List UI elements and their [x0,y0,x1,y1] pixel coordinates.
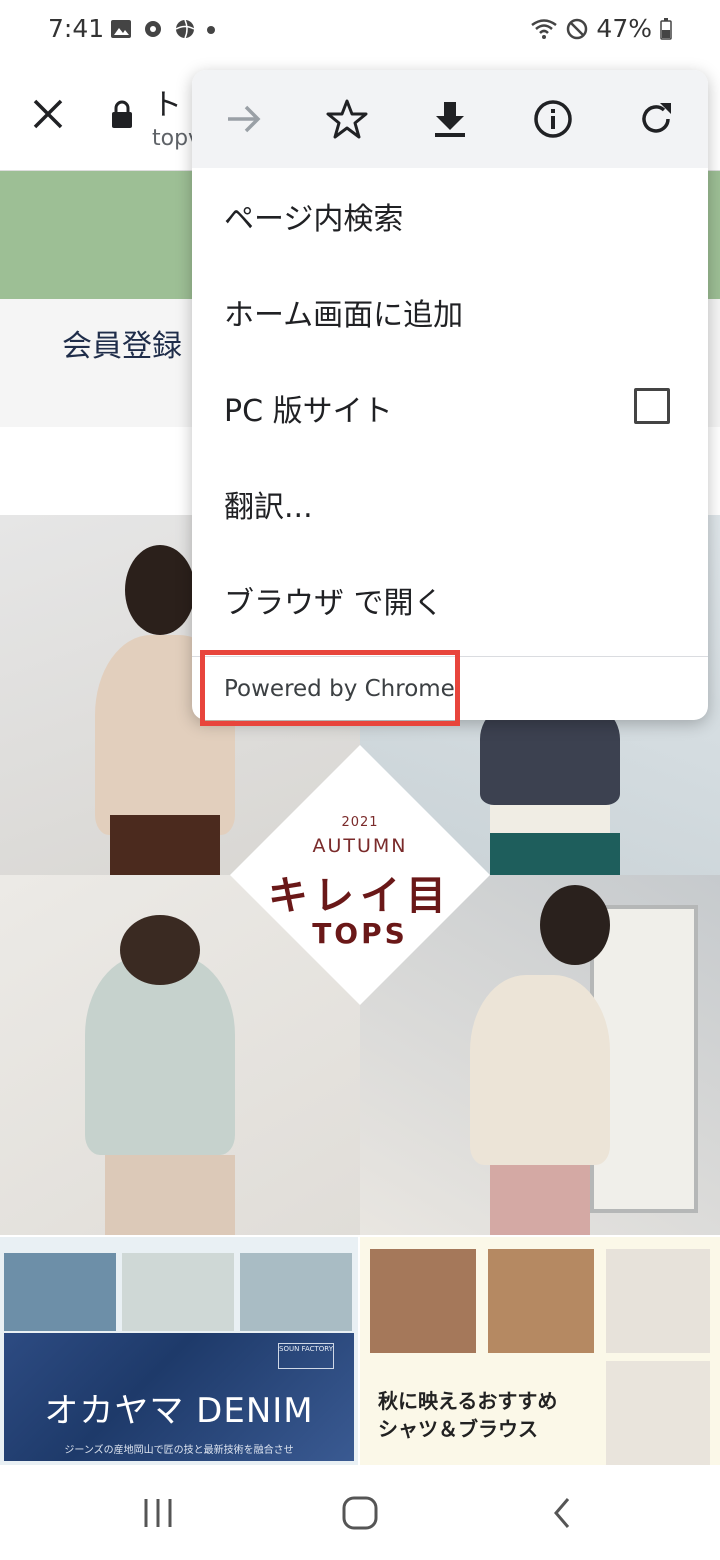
browser-overflow-menu: ページ内検索 ホーム画面に追加 PC 版サイト 翻訳... ブラウザ で開く P… [192,70,708,720]
image-icon [111,20,131,38]
forward-icon [228,105,261,133]
status-notification-icons [110,18,216,40]
menu-item-label: ページ内検索 [224,202,404,237]
member-register-link[interactable]: 会員登録 [62,321,182,365]
status-time: 7:41 [48,14,105,43]
download-button[interactable] [426,95,474,143]
bookmark-button[interactable] [323,95,371,143]
factory-badge: SOUN FACTORY [278,1343,334,1369]
dot-icon [207,26,215,34]
reload-button[interactable] [632,95,680,143]
close-icon[interactable] [30,96,66,132]
shirts-blouse-banner[interactable]: 秋に映えるおすすめ シャツ＆ブラウス [360,1237,720,1465]
menu-item-find-in-page[interactable]: ページ内検索 [192,168,708,262]
reload-icon [642,103,671,133]
home-icon[interactable] [340,1494,380,1532]
okayama-denim-banner[interactable]: SOUN FACTORY オカヤマ DENIM ジーンズの産地岡山で匠の技と最新… [0,1237,358,1465]
denim-banner-image: SOUN FACTORY オカヤマ DENIM ジーンズの産地岡山で匠の技と最新… [4,1333,354,1461]
wifi-icon [531,18,558,39]
menu-item-label: ブラウザ で開く [224,586,444,621]
do-not-disturb-icon [567,18,588,39]
hero-year: 2021 [341,815,379,830]
highlight-box [200,650,460,726]
back-icon[interactable] [548,1496,578,1530]
system-navigation-bar [0,1466,720,1560]
download-icon [435,102,465,137]
shirts-blouse-line-2: シャツ＆ブラウス [378,1417,538,1441]
hero-headline: キレイ目 [268,873,452,919]
forward-button[interactable] [220,95,268,143]
battery-icon [660,17,672,40]
page-info-button[interactable] [529,95,577,143]
blouse-photo-2 [488,1249,594,1353]
menu-item-label: PC 版サイト [224,394,393,429]
status-bar: 7:41 47% [0,0,720,62]
page-title: ト [152,88,182,123]
ball-icon [175,19,195,39]
menu-item-label: 翻訳... [224,490,313,525]
menu-item-add-to-home[interactable]: ホーム画面に追加 [192,264,708,358]
blouse-photo-3 [606,1249,710,1353]
hero-season: AUTUMN [312,835,408,857]
denim-logo: オカヤマ DENIM [44,1391,314,1431]
factory-photo-2 [122,1253,234,1331]
lock-icon[interactable] [110,100,134,130]
info-icon [534,100,572,138]
blouse-photo-1 [370,1249,476,1353]
shirts-blouse-line-1: 秋に映えるおすすめ [378,1389,558,1413]
star-icon [326,99,368,139]
menu-item-open-in-browser[interactable]: ブラウザ で開く [192,552,708,646]
factory-photo-1 [4,1253,116,1331]
recent-apps-icon[interactable] [138,1496,178,1530]
hero-diamond-label: 2021 AUTUMN キレイ目 TOPS [230,745,490,1005]
denim-caption: ジーンズの産地岡山で匠の技と最新技術を融合させ [64,1445,294,1456]
desktop-site-checkbox[interactable] [634,388,670,424]
blouse-photo-4 [606,1361,710,1465]
settings-icon [145,21,161,37]
hero-tops: TOPS [312,917,408,950]
shirts-blouse-text: 秋に映えるおすすめ シャツ＆ブラウス [378,1387,557,1443]
battery-percent: 47% [596,14,652,43]
menu-item-translate[interactable]: 翻訳... [192,456,708,550]
menu-item-label: ホーム画面に追加 [224,298,464,333]
menu-icon-row [192,70,708,168]
menu-item-desktop-site[interactable]: PC 版サイト [192,360,708,454]
factory-photo-3 [240,1253,352,1331]
